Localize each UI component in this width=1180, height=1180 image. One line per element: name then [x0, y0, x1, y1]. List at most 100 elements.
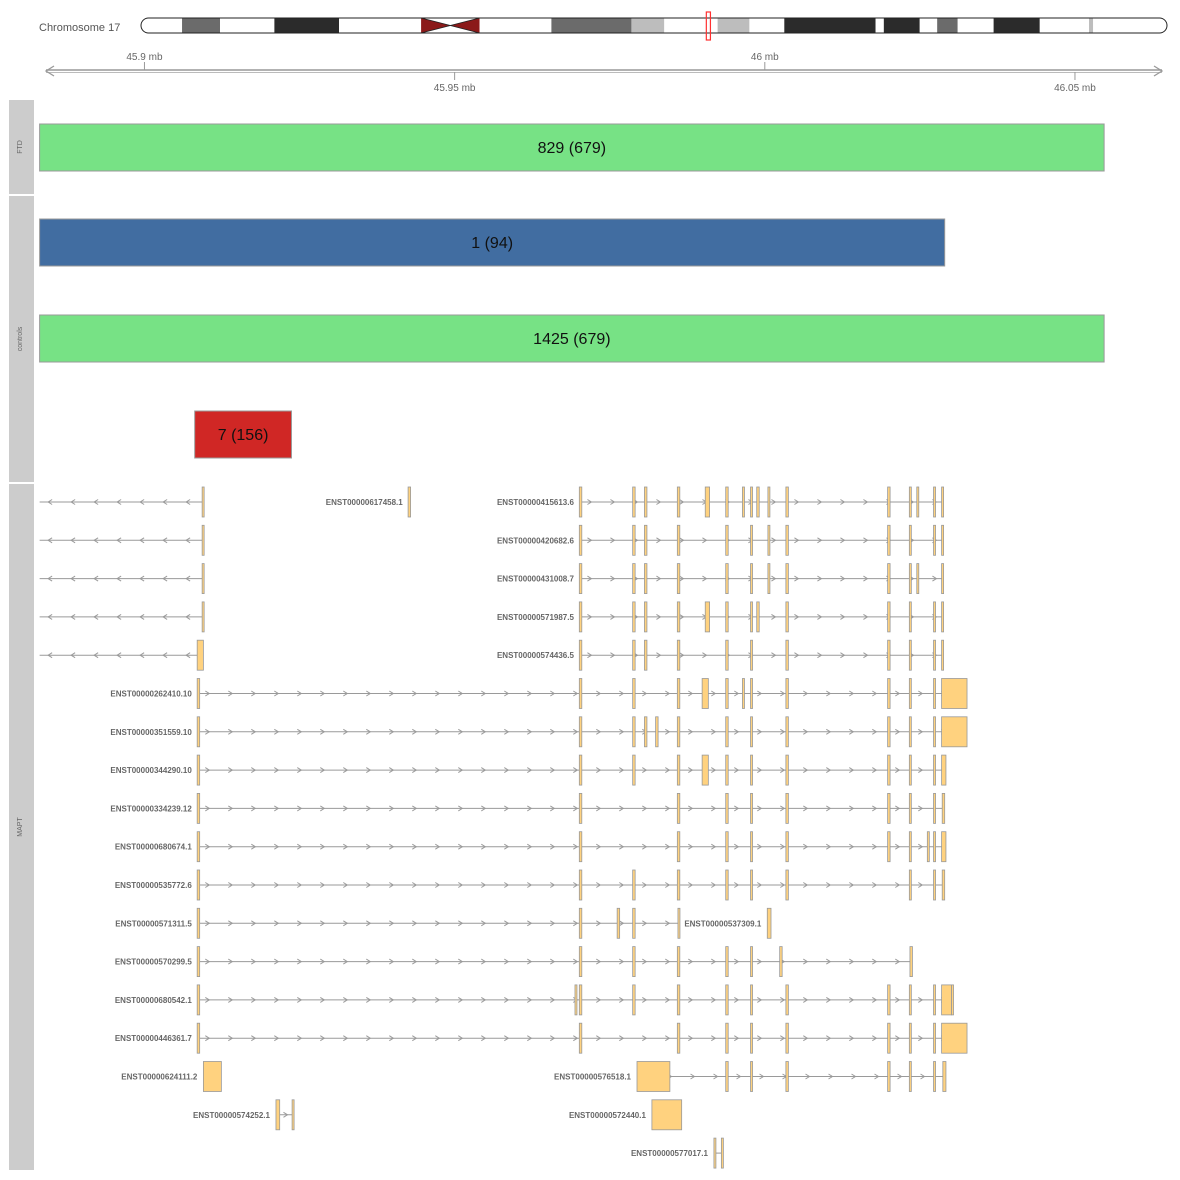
exon [676, 563, 681, 594]
ideogram-band [664, 18, 718, 33]
transcript-label: ENST00000571311.5 [115, 919, 192, 928]
exon [616, 907, 621, 939]
exon [676, 1022, 681, 1054]
exon [644, 601, 648, 633]
exon [750, 601, 753, 633]
exon [196, 678, 201, 709]
track-title-mapt: MAPT [17, 817, 24, 837]
exon [933, 486, 936, 518]
exon [941, 639, 944, 671]
exon [644, 716, 648, 748]
exon [725, 716, 729, 748]
transcript: ENST00000577017.1 [631, 1137, 724, 1169]
exon [578, 486, 583, 518]
exon [202, 1061, 222, 1092]
exon [632, 486, 636, 518]
data-track-label: 7 (156) [218, 427, 269, 444]
exon [578, 754, 583, 786]
transcript: ENST00000576518.1 [554, 1061, 947, 1092]
transcript: ENST00000680542.1 [115, 984, 954, 1016]
exon [291, 1099, 295, 1131]
exon [578, 678, 583, 709]
exon [578, 831, 583, 863]
ideogram-band [883, 18, 920, 33]
exon [578, 639, 583, 671]
exon [725, 869, 729, 901]
exon [887, 486, 891, 518]
exon [725, 1022, 729, 1054]
exon [632, 984, 636, 1016]
exon [941, 563, 944, 594]
exon [196, 1022, 201, 1054]
exon [933, 1022, 936, 1054]
exon [750, 563, 753, 594]
exon [908, 639, 912, 671]
exon [578, 946, 583, 977]
transcript-label: ENST00000577017.1 [631, 1149, 709, 1158]
exon [196, 907, 201, 939]
transcript-label: ENST00000680674.1 [115, 843, 193, 852]
exon [933, 793, 936, 824]
exon [644, 639, 648, 671]
genome-browser-figure: Chromosome 17 45.9 mb 46 mb 45.95 mb 46.05 … [9, 11, 1168, 1170]
exon [785, 1022, 789, 1054]
data-tracks: 829 (679) 1 (94) 1425 (679) 7 (156) [39, 123, 1105, 459]
transcript: ENST00000570299.5 [115, 946, 913, 977]
exon [578, 793, 583, 824]
exon [201, 563, 205, 594]
exon [644, 563, 648, 594]
transcript: ENST00000571987.5 [497, 601, 944, 633]
ideogram-centromere-left [421, 18, 451, 33]
axis-arrow-right [1153, 65, 1164, 77]
exon [785, 984, 789, 1016]
transcript-label: ENST00000571987.5 [497, 613, 575, 622]
exon [785, 563, 789, 594]
exon [887, 1061, 891, 1092]
exon [887, 984, 891, 1016]
exon [632, 716, 636, 748]
exon [725, 831, 729, 863]
exon [632, 869, 636, 901]
exon [750, 793, 753, 824]
exon [750, 1061, 753, 1092]
exon [933, 639, 936, 671]
ideogram-band [182, 18, 221, 33]
transcript: ENST00000351559.10 [110, 716, 968, 748]
exon [676, 946, 681, 977]
exon [908, 869, 912, 901]
axis-tick-label: 45.95 mb [434, 83, 476, 94]
axis-tick-label: 45.9 mb [126, 52, 163, 63]
transcript-label: ENST00000415613.6 [497, 498, 575, 507]
chromosome-label: Chromosome 17 [39, 22, 120, 34]
exon [933, 831, 936, 863]
exon [676, 601, 681, 633]
exon [632, 907, 636, 939]
exon [750, 869, 753, 901]
ideogram-bands [141, 18, 1167, 33]
exon [750, 524, 753, 556]
exon [941, 601, 944, 633]
transcript-label: ENST00000617458.1 [326, 498, 404, 507]
exon [578, 601, 583, 633]
exon [578, 869, 583, 901]
exon [725, 793, 729, 824]
transcript: ENST00000415613.6 [497, 486, 944, 518]
exon [785, 678, 789, 709]
track-title-controls: controls [17, 326, 24, 351]
transcript: ENST00000574252.1 [193, 1099, 295, 1131]
exon [750, 639, 753, 671]
exon [908, 831, 912, 863]
ideogram-band [1093, 18, 1167, 33]
exon [676, 486, 681, 518]
exon [750, 946, 753, 977]
exon [725, 486, 729, 518]
exon [704, 601, 710, 633]
ideogram-band [1039, 18, 1090, 33]
exon [908, 716, 912, 748]
exon [908, 524, 912, 556]
transcript-label: ENST00000624111.2 [121, 1073, 198, 1082]
exon [887, 678, 891, 709]
exon [887, 716, 891, 748]
exon [676, 524, 681, 556]
exon [196, 831, 201, 863]
